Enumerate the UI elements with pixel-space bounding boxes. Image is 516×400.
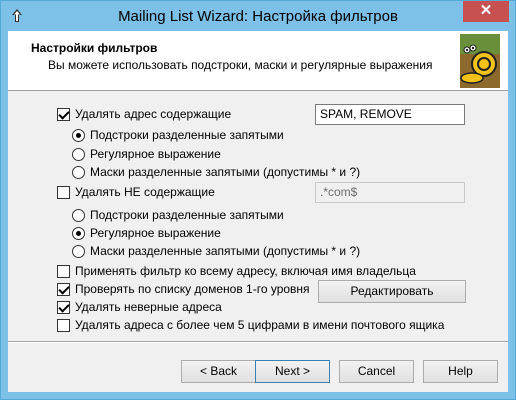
- remove-invalid-checkbox[interactable]: Удалять неверные адреса: [57, 298, 222, 316]
- remove-containing-label: Удалять адрес содержащие: [75, 107, 232, 121]
- remove-containing-check[interactable]: [57, 107, 70, 121]
- check-tld-label: Проверять по списку доменов 1-го уровня: [75, 282, 310, 296]
- wizard-window: Mailing List Wizard: Настройка фильтров …: [0, 0, 516, 400]
- contains-substrings-label: Подстроки разделенные запятыми: [90, 128, 284, 142]
- contains-option-substrings[interactable]: Подстроки разделенные запятыми: [72, 126, 284, 144]
- not-contains-filter-input[interactable]: .*com$: [315, 182, 465, 203]
- header-title: Настройки фильтров: [31, 41, 158, 55]
- not-contains-masks-radio[interactable]: [72, 244, 85, 258]
- edit-button[interactable]: Редактировать: [318, 280, 466, 303]
- frame-right: [508, 31, 515, 393]
- not-contains-substrings-label: Подстроки разделенные запятыми: [90, 208, 284, 222]
- contains-option-masks[interactable]: Маски разделенные запятыми (допустимы * …: [72, 163, 360, 181]
- remove-not-containing-check[interactable]: [57, 185, 70, 199]
- next-button[interactable]: Next >: [255, 360, 330, 383]
- close-button[interactable]: ✕: [463, 1, 509, 22]
- not-contains-regex-label: Регулярное выражение: [90, 226, 221, 240]
- header-subtitle: Вы можете использовать подстроки, маски …: [48, 58, 433, 72]
- remove-not-containing-checkbox[interactable]: Удалять НЕ содержащие: [57, 183, 215, 201]
- not-contains-option-substrings[interactable]: Подстроки разделенные запятыми: [72, 206, 284, 224]
- contains-filter-input[interactable]: SPAM, REMOVE: [315, 104, 465, 125]
- check-tld-checkbox[interactable]: Проверять по списку доменов 1-го уровня: [57, 280, 310, 298]
- not-contains-substrings-radio[interactable]: [72, 208, 85, 222]
- frame-bottom: [1, 392, 515, 399]
- apply-full-address-check[interactable]: [57, 264, 70, 278]
- not-contains-option-masks[interactable]: Маски разделенные запятыми (допустимы * …: [72, 242, 360, 260]
- apply-full-address-label: Применять фильтр ко всему адресу, включа…: [75, 264, 416, 278]
- frame-left: [1, 31, 8, 393]
- contains-masks-label: Маски разделенные запятыми (допустимы * …: [90, 165, 361, 179]
- contains-regex-radio[interactable]: [72, 147, 85, 161]
- back-button[interactable]: < Back: [181, 360, 256, 383]
- contains-substrings-radio[interactable]: [72, 128, 85, 142]
- contains-masks-radio[interactable]: [72, 165, 85, 179]
- remove-invalid-check[interactable]: [57, 300, 70, 314]
- contains-regex-label: Регулярное выражение: [90, 147, 221, 161]
- window-title: Mailing List Wizard: Настройка фильтров: [118, 8, 398, 25]
- cancel-button[interactable]: Cancel: [339, 360, 414, 383]
- remove-many-digits-checkbox[interactable]: Удалять адреса с более чем 5 цифрами в и…: [57, 316, 444, 334]
- not-contains-option-regex[interactable]: Регулярное выражение: [72, 224, 221, 242]
- snail-mascot-icon: [460, 34, 500, 88]
- title-bar[interactable]: Mailing List Wizard: Настройка фильтров …: [1, 1, 515, 31]
- contains-option-regex[interactable]: Регулярное выражение: [72, 145, 221, 163]
- remove-invalid-label: Удалять неверные адреса: [75, 300, 222, 314]
- remove-not-containing-label: Удалять НЕ содержащие: [75, 185, 215, 199]
- not-contains-masks-label: Маски разделенные запятыми (допустимы * …: [90, 244, 361, 258]
- footer-divider: [8, 341, 508, 343]
- wizard-header: Настройки фильтров Вы можете использоват…: [8, 31, 508, 91]
- remove-many-digits-check[interactable]: [57, 318, 70, 332]
- not-contains-regex-radio[interactable]: [72, 226, 85, 240]
- help-button[interactable]: Help: [423, 360, 498, 383]
- remove-containing-checkbox[interactable]: Удалять адрес содержащие: [57, 105, 231, 123]
- remove-many-digits-label: Удалять адреса с более чем 5 цифрами в и…: [75, 318, 445, 332]
- check-tld-check[interactable]: [57, 282, 70, 296]
- close-icon: ✕: [479, 2, 493, 19]
- apply-full-address-checkbox[interactable]: Применять фильтр ко всему адресу, включа…: [57, 262, 416, 280]
